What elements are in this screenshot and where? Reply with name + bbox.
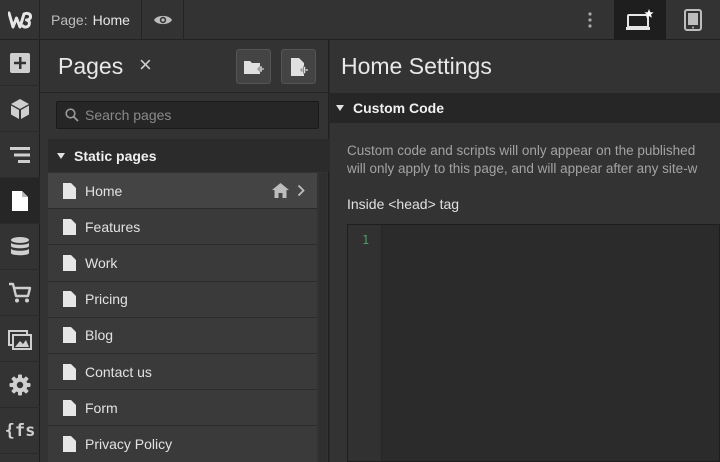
fs-icon: {fs — [4, 420, 36, 441]
webflow-logo[interactable] — [0, 0, 40, 40]
navigator-button[interactable] — [0, 132, 40, 178]
page-icon — [63, 254, 76, 271]
page-icon — [63, 363, 76, 380]
static-pages-label: Static pages — [74, 147, 157, 164]
desktop-device-icon — [626, 9, 654, 30]
plus-square-icon — [10, 52, 30, 73]
preview-button[interactable] — [142, 0, 184, 40]
static-pages-section[interactable]: Static pages — [48, 139, 329, 172]
left-toolbar: {fs — [0, 40, 40, 462]
cube-icon — [11, 98, 29, 119]
page-item-home[interactable]: Home — [48, 173, 317, 210]
current-page-label[interactable]: Page: Home — [40, 0, 142, 40]
page-item-label: Form — [85, 399, 118, 416]
tablet-breakpoint-button[interactable] — [666, 0, 720, 40]
add-page-button[interactable] — [281, 49, 316, 84]
home-icon — [272, 183, 289, 199]
search-icon — [65, 108, 79, 122]
pages-panel: Pages × Static pages — [40, 40, 329, 462]
page-item-privacy-policy[interactable]: Privacy Policy — [48, 426, 317, 462]
editor-gutter: 1 — [348, 225, 382, 461]
page-item-label: Work — [85, 254, 118, 271]
page-item-label: Home — [85, 182, 123, 199]
page-icon — [12, 190, 28, 211]
line-number: 1 — [362, 233, 370, 247]
add-panel-button[interactable] — [0, 40, 40, 86]
gear-icon — [9, 374, 31, 395]
assets-button[interactable] — [0, 316, 40, 362]
head-code-label: Inside <head> tag — [347, 196, 460, 212]
custom-code-section[interactable]: Custom Code — [330, 93, 720, 123]
search-input[interactable] — [85, 107, 305, 123]
symbols-button[interactable] — [0, 86, 40, 132]
page-item-form[interactable]: Form — [48, 390, 317, 427]
settings-title: Home Settings — [341, 53, 492, 79]
page-item-label: Privacy Policy — [85, 435, 173, 452]
page-list-scrollbar[interactable] — [319, 173, 327, 462]
cart-icon — [9, 282, 32, 302]
add-folder-icon — [243, 60, 264, 74]
page-item-label: Features — [85, 218, 141, 235]
caret-down-icon — [336, 105, 344, 111]
custom-code-label: Custom Code — [353, 100, 444, 116]
custom-code-description: Custom code and scripts will only appear… — [347, 142, 720, 178]
chevron-right-icon[interactable] — [297, 184, 305, 197]
page-item-label: Pricing — [85, 291, 128, 308]
page-settings-panel: Home Settings Custom Code Custom code an… — [330, 40, 720, 462]
page-name: Home — [92, 12, 130, 28]
page-item-blog[interactable]: Blog — [48, 317, 317, 354]
ecommerce-button[interactable] — [0, 270, 40, 316]
layers-icon — [10, 146, 30, 163]
page-icon — [63, 327, 76, 344]
caret-down-icon — [57, 152, 65, 159]
page-icon — [63, 218, 76, 235]
page-item-features[interactable]: Features — [48, 209, 317, 246]
pages-panel-title: Pages — [58, 53, 124, 79]
more-options-button[interactable] — [578, 0, 602, 40]
page-item-contact-us[interactable]: Contact us — [48, 353, 317, 391]
page-item-pricing[interactable]: Pricing — [48, 281, 317, 318]
close-icon[interactable]: × — [139, 54, 152, 76]
database-icon — [11, 236, 29, 255]
kebab-icon — [588, 12, 592, 28]
eye-icon — [153, 15, 172, 25]
add-folder-button[interactable] — [236, 49, 271, 84]
page-icon — [63, 435, 76, 452]
page-item-label: Contact us — [85, 363, 152, 380]
finsweet-button[interactable]: {fs — [0, 408, 40, 454]
add-page-icon — [290, 57, 308, 76]
page-item-label: Blog — [85, 327, 114, 344]
page-icon — [63, 182, 76, 199]
description-line-1: Custom code and scripts will only appear… — [347, 143, 696, 158]
tablet-device-icon — [684, 9, 702, 31]
search-box — [56, 101, 319, 129]
page-list: Home Features Work Pricing Blog Contact … — [48, 173, 317, 462]
webflow-logo-icon — [7, 11, 32, 29]
images-icon — [8, 329, 32, 350]
pages-button[interactable] — [0, 178, 40, 224]
page-item-work[interactable]: Work — [48, 245, 317, 282]
settings-button[interactable] — [0, 362, 40, 408]
description-line-2: will only apply to this page, and will a… — [347, 161, 698, 176]
page-icon — [63, 399, 76, 416]
page-icon — [63, 291, 76, 308]
page-prefix: Page: — [51, 12, 88, 28]
pages-panel-header: Pages × — [40, 40, 328, 93]
cms-button[interactable] — [0, 224, 40, 270]
head-code-editor[interactable]: 1 — [347, 224, 720, 462]
top-bar: Page: Home — [0, 0, 720, 40]
desktop-breakpoint-button[interactable] — [614, 0, 666, 40]
